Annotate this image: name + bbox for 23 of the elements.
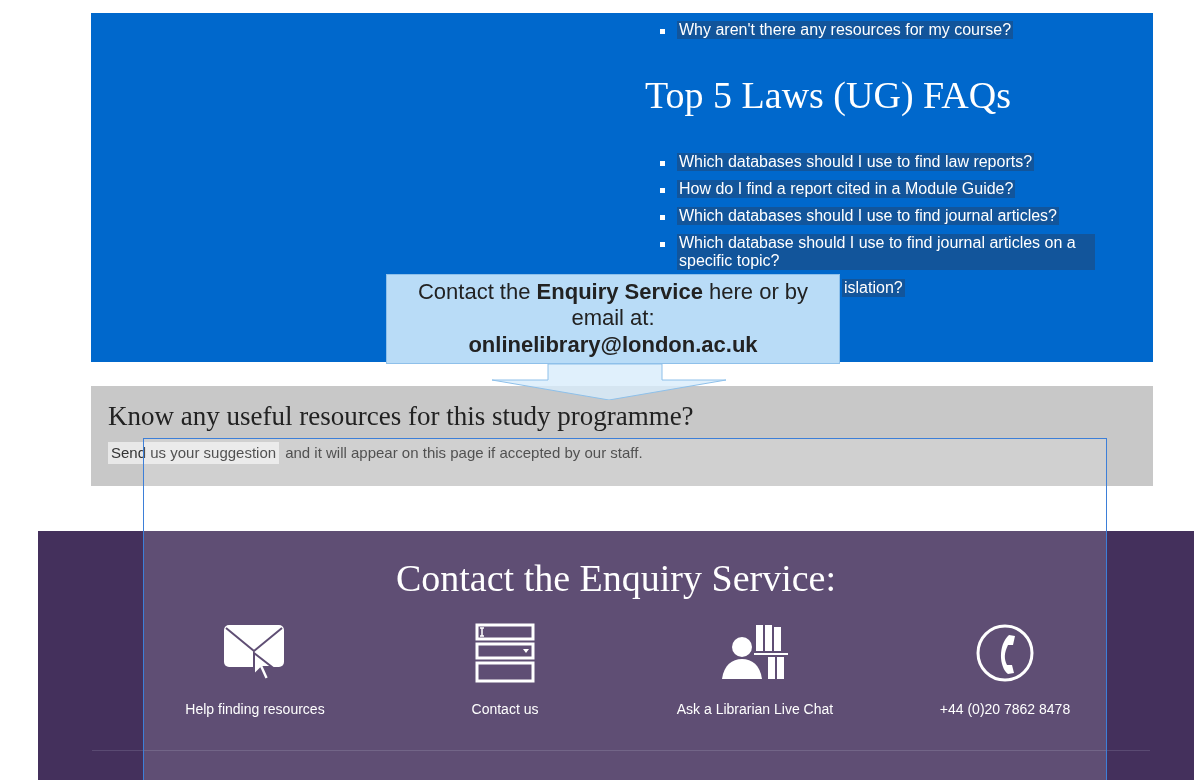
faq-link[interactable]: Which database should I use to find journal articles on a specific topic? — [677, 234, 1095, 270]
bullet-icon — [660, 215, 665, 220]
contact-link[interactable]: Contact us — [471, 698, 539, 720]
callout-email[interactable]: onlinelibrary@london.ac.uk — [468, 331, 758, 359]
contact-link[interactable]: Help finding resources — [185, 698, 325, 720]
contact-link[interactable]: Ask a Librarian Live Chat — [676, 698, 834, 720]
section-heading: Know any useful resources for this study programme? — [108, 400, 695, 433]
suggestion-text: and it will appear on this page if accepted by our staff. — [285, 442, 643, 463]
faq-link[interactable]: islation? — [842, 279, 905, 297]
bullet-icon — [660, 188, 665, 193]
faq-link[interactable]: Which databases should I use to find law reports? — [677, 153, 1035, 171]
faq-link[interactable]: Which databases should I use to find journal articles? — [677, 207, 1059, 225]
bullet-icon — [660, 161, 665, 166]
form-icon[interactable] — [475, 622, 535, 683]
faq-link[interactable]: How do I find a report cited in a Module Guide? — [677, 180, 1016, 198]
faq-link[interactable]: Why aren't there any resources for my course? — [677, 21, 1014, 39]
contact-heading: Contact the Enquiry Service: — [394, 556, 837, 601]
phone-icon[interactable] — [975, 622, 1035, 683]
bullet-icon — [660, 242, 665, 247]
callout-text: Contact the Enquiry Service here or by email at: — [416, 279, 810, 331]
section-heading: Top 5 Laws (UG) FAQs — [645, 76, 1013, 114]
contact-link[interactable]: +44 (0)20 7862 8478 — [939, 698, 1071, 720]
bullet-icon — [660, 29, 665, 34]
